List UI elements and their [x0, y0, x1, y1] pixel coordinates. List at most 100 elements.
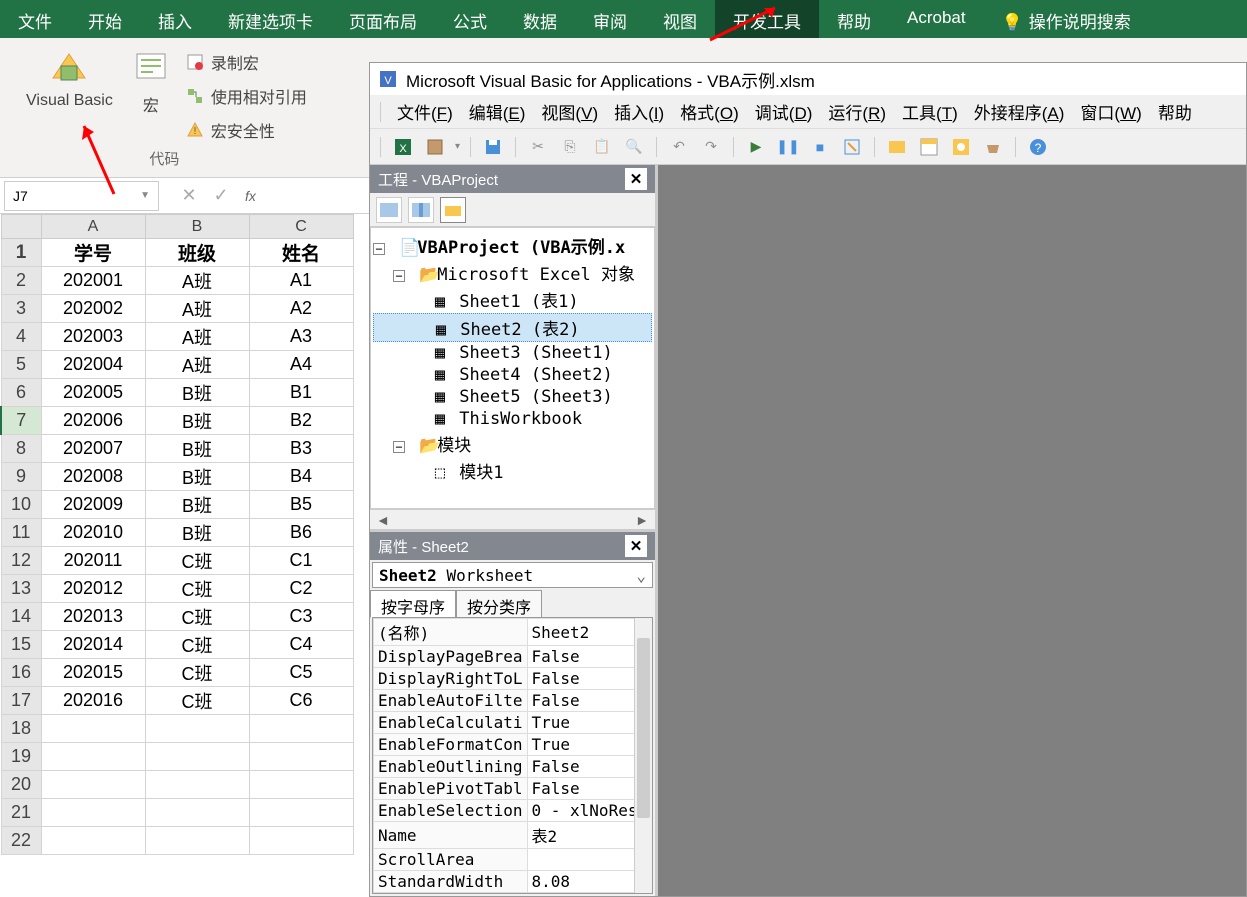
row-header[interactable]: 19 — [1, 743, 41, 771]
cell[interactable]: B班 — [145, 435, 249, 463]
vbe-menu-item[interactable]: 外接程序(A) — [966, 104, 1073, 123]
cell[interactable]: B6 — [249, 519, 353, 547]
vbe-code-area[interactable] — [658, 165, 1246, 896]
ribbon-tab[interactable]: 文件 — [0, 0, 70, 38]
find-icon[interactable]: 🔍 — [622, 135, 646, 159]
row-header[interactable]: 16 — [1, 659, 41, 687]
cell[interactable] — [41, 827, 145, 855]
row-header[interactable]: 10 — [1, 491, 41, 519]
cell[interactable]: C5 — [249, 659, 353, 687]
cell[interactable] — [249, 743, 353, 771]
property-row[interactable]: EnableSelection0 - xlNoRestri — [374, 800, 654, 822]
cell[interactable] — [41, 771, 145, 799]
vbe-menu-item[interactable]: 帮助 — [1150, 104, 1200, 123]
properties-tab[interactable]: 按分类序 — [456, 590, 542, 618]
vbe-menu-item[interactable]: 插入(I) — [606, 104, 672, 123]
cell[interactable]: A班 — [145, 351, 249, 379]
tree-node-folder[interactable]: − 📂Microsoft Excel 对象 — [373, 259, 652, 286]
vbe-menu-item[interactable]: 运行(R) — [820, 104, 894, 123]
macros-button[interactable]: 宏 — [121, 44, 181, 144]
ribbon-tab[interactable]: 开始 — [70, 0, 140, 38]
cell[interactable]: B3 — [249, 435, 353, 463]
close-icon[interactable]: ✕ — [625, 535, 647, 557]
cell[interactable]: B4 — [249, 463, 353, 491]
ribbon-tab[interactable]: 帮助 — [819, 0, 889, 38]
enter-icon[interactable]: ✓ — [205, 185, 237, 206]
ribbon-tab[interactable]: 插入 — [140, 0, 210, 38]
cell[interactable]: B班 — [145, 463, 249, 491]
cell[interactable] — [41, 743, 145, 771]
cell[interactable] — [249, 771, 353, 799]
cell[interactable]: 学号 — [41, 239, 145, 267]
cell[interactable] — [249, 799, 353, 827]
properties-tab[interactable]: 按字母序 — [370, 590, 456, 618]
save-icon[interactable] — [481, 135, 505, 159]
cell[interactable]: 202001 — [41, 267, 145, 295]
row-header[interactable]: 17 — [1, 687, 41, 715]
row-header[interactable]: 4 — [1, 323, 41, 351]
scroll-left-icon[interactable]: ◄ — [376, 512, 390, 528]
cell[interactable]: 202012 — [41, 575, 145, 603]
cell[interactable]: 202005 — [41, 379, 145, 407]
cell[interactable]: 202006 — [41, 407, 145, 435]
row-header[interactable]: 21 — [1, 799, 41, 827]
cell[interactable] — [145, 743, 249, 771]
property-row[interactable]: EnableFormatConTrue — [374, 734, 654, 756]
cell[interactable]: B班 — [145, 491, 249, 519]
cell[interactable]: 202003 — [41, 323, 145, 351]
row-header[interactable]: 12 — [1, 547, 41, 575]
vbe-menu-item[interactable]: 窗口(W) — [1072, 104, 1149, 123]
cell[interactable]: 202015 — [41, 659, 145, 687]
cell[interactable]: B5 — [249, 491, 353, 519]
cell[interactable]: 202011 — [41, 547, 145, 575]
cell[interactable]: C班 — [145, 603, 249, 631]
cell[interactable]: B班 — [145, 407, 249, 435]
properties-object-combo[interactable]: Sheet2 Worksheet ⌄ — [372, 562, 653, 588]
property-row[interactable]: EnableAutoFilteFalse — [374, 690, 654, 712]
cell[interactable]: C2 — [249, 575, 353, 603]
cell[interactable]: A班 — [145, 295, 249, 323]
cell[interactable]: A4 — [249, 351, 353, 379]
scroll-right-icon[interactable]: ► — [635, 512, 649, 528]
vbe-menu-item[interactable]: 格式(O) — [672, 104, 747, 123]
cell[interactable] — [249, 715, 353, 743]
cell[interactable]: 202016 — [41, 687, 145, 715]
redo-icon[interactable]: ↷ — [699, 135, 723, 159]
project-tree[interactable]: − 📄VBAProject (VBA示例.x− 📂Microsoft Excel… — [370, 227, 655, 509]
cell[interactable]: B班 — [145, 379, 249, 407]
tree-node-workbook[interactable]: ▦ ThisWorkbook — [373, 408, 652, 430]
row-header[interactable]: 14 — [1, 603, 41, 631]
spreadsheet-table[interactable]: ABC1学号班级姓名2202001A班A13202002A班A24202003A… — [0, 214, 354, 855]
cell[interactable]: B2 — [249, 407, 353, 435]
pause-icon[interactable]: ❚❚ — [776, 135, 800, 159]
row-header[interactable]: 13 — [1, 575, 41, 603]
record-macro-button[interactable]: 录制宏 — [181, 48, 311, 76]
design-mode-icon[interactable] — [840, 135, 864, 159]
cell[interactable]: C6 — [249, 687, 353, 715]
column-header[interactable]: C — [249, 215, 353, 239]
cell[interactable]: C3 — [249, 603, 353, 631]
cell[interactable]: 202009 — [41, 491, 145, 519]
select-all-corner[interactable] — [1, 215, 41, 239]
cell[interactable]: 姓名 — [249, 239, 353, 267]
property-row[interactable]: EnablePivotTablFalse — [374, 778, 654, 800]
cell[interactable]: 班级 — [145, 239, 249, 267]
cell[interactable] — [145, 827, 249, 855]
cell[interactable]: A班 — [145, 267, 249, 295]
ribbon-tab[interactable]: 公式 — [435, 0, 505, 38]
cell[interactable] — [145, 771, 249, 799]
column-header[interactable]: B — [145, 215, 249, 239]
cell[interactable]: A2 — [249, 295, 353, 323]
close-icon[interactable]: ✕ — [625, 168, 647, 190]
copy-icon[interactable]: ⎘ — [558, 135, 582, 159]
vbe-menu-item[interactable]: 视图(V) — [533, 104, 606, 123]
toggle-folders-icon[interactable] — [440, 197, 466, 223]
cut-icon[interactable]: ✂ — [526, 135, 550, 159]
cell[interactable]: C4 — [249, 631, 353, 659]
cell[interactable]: C班 — [145, 575, 249, 603]
insert-module-icon[interactable] — [423, 135, 447, 159]
row-header[interactable]: 15 — [1, 631, 41, 659]
properties-window-icon[interactable] — [917, 135, 941, 159]
properties-vscrollbar[interactable] — [634, 618, 652, 893]
object-browser-icon[interactable] — [949, 135, 973, 159]
